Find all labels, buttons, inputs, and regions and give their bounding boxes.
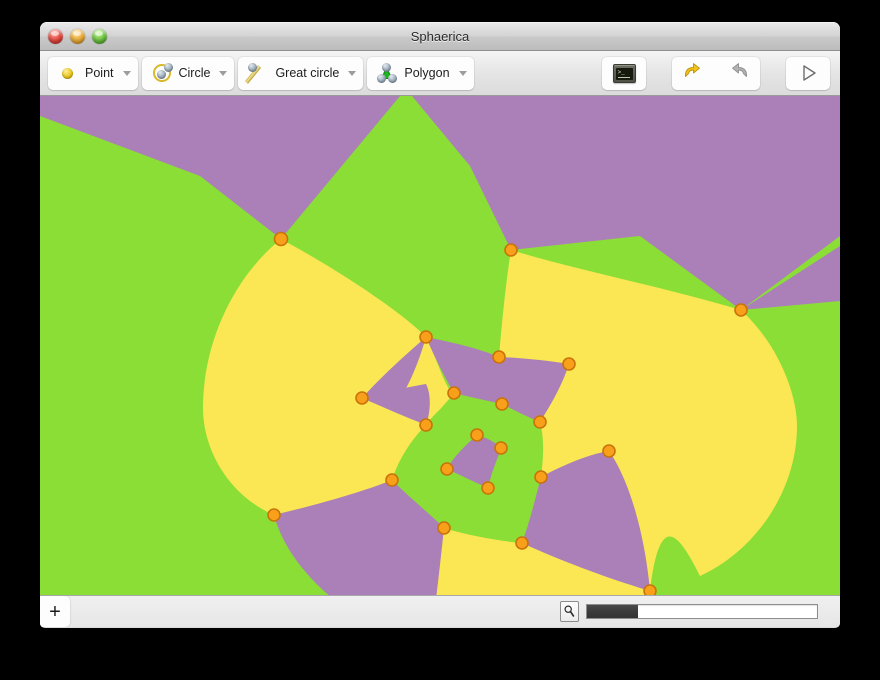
statusbar: +: [40, 595, 840, 627]
point-marker[interactable]: [470, 428, 484, 442]
add-object-button[interactable]: +: [40, 596, 70, 627]
geometry-layer: [40, 96, 840, 595]
console-button[interactable]: >_: [602, 57, 646, 90]
screen-root: Sphaerica Point Circle Great circle Poly…: [0, 0, 880, 680]
point-marker[interactable]: [385, 473, 399, 487]
tool-group-history: [672, 56, 760, 90]
point-marker[interactable]: [481, 481, 495, 495]
point-marker[interactable]: [273, 231, 289, 247]
point-marker[interactable]: [504, 243, 518, 257]
redo-button[interactable]: [716, 57, 760, 90]
tool-circle-label: Circle: [178, 66, 211, 80]
tool-group-play: [786, 56, 830, 90]
polygon-icon: [376, 62, 398, 84]
sphere-canvas[interactable]: [40, 96, 840, 595]
redo-icon: [732, 63, 748, 77]
zoom-slider[interactable]: [586, 604, 818, 619]
point-marker[interactable]: [447, 386, 461, 400]
point-marker[interactable]: [419, 330, 433, 344]
magnifier-icon: [564, 605, 575, 617]
play-icon: [803, 65, 816, 81]
close-button[interactable]: [48, 29, 63, 44]
toolbar: Point Circle Great circle Polygon >_: [40, 51, 840, 96]
tool-group-circle: Circle: [141, 56, 235, 90]
sphere-geometry[interactable]: [40, 96, 840, 595]
zoom-button[interactable]: [92, 29, 107, 44]
window-controls: [48, 29, 107, 44]
play-button[interactable]: [786, 57, 830, 90]
tool-point-label: Point: [85, 66, 114, 80]
point-marker[interactable]: [494, 441, 508, 455]
chevron-down-icon[interactable]: [348, 70, 357, 76]
point-marker[interactable]: [734, 303, 748, 317]
point-marker[interactable]: [602, 444, 616, 458]
tool-polygon[interactable]: Polygon: [367, 57, 473, 90]
point-marker[interactable]: [355, 391, 369, 405]
point-marker[interactable]: [562, 357, 576, 371]
tool-great-circle-label: Great circle: [275, 66, 340, 80]
undo-icon: [684, 63, 700, 77]
application-window: Sphaerica Point Circle Great circle Poly…: [40, 22, 840, 628]
circle-icon: [151, 62, 173, 84]
console-icon: >_: [612, 63, 636, 83]
chevron-down-icon[interactable]: [122, 70, 131, 76]
point-icon: [57, 62, 79, 84]
tool-great-circle[interactable]: Great circle: [238, 57, 363, 90]
tool-polygon-label: Polygon: [404, 66, 450, 80]
undo-button[interactable]: [672, 57, 716, 90]
point-marker[interactable]: [492, 350, 506, 364]
magnifier-button[interactable]: [560, 601, 579, 622]
minimize-button[interactable]: [70, 29, 85, 44]
zoom-slider-fill[interactable]: [587, 605, 638, 618]
window-title: Sphaerica: [410, 29, 470, 44]
point-marker[interactable]: [437, 521, 451, 535]
point-marker[interactable]: [419, 418, 433, 432]
great-circle-icon: [245, 62, 269, 84]
point-marker[interactable]: [534, 470, 548, 484]
tool-group-great-circle: Great circle: [238, 56, 364, 90]
window-titlebar[interactable]: Sphaerica: [40, 22, 840, 51]
tool-group-point: Point: [48, 56, 138, 90]
point-marker[interactable]: [267, 508, 281, 522]
point-marker[interactable]: [533, 415, 547, 429]
tool-group-polygon: Polygon: [367, 56, 474, 90]
point-marker[interactable]: [440, 462, 454, 476]
chevron-down-icon[interactable]: [219, 70, 228, 76]
point-marker[interactable]: [495, 397, 509, 411]
point-marker[interactable]: [643, 584, 657, 595]
point-marker[interactable]: [515, 536, 529, 550]
tool-circle[interactable]: Circle: [142, 57, 235, 90]
tool-group-console: >_: [602, 56, 646, 90]
statusbar-right-group: [560, 601, 840, 622]
chevron-down-icon[interactable]: [458, 70, 467, 76]
tool-point[interactable]: Point: [48, 57, 138, 90]
